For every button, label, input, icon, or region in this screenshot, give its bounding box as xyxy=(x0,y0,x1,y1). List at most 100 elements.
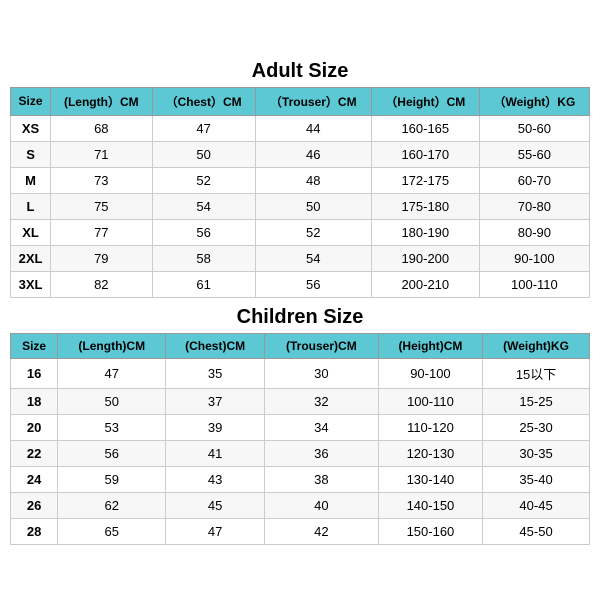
table-cell: 54 xyxy=(152,193,255,219)
table-cell: 55-60 xyxy=(479,141,589,167)
table-cell: 30 xyxy=(264,358,378,388)
table-row: S715046160-17055-60 xyxy=(11,141,590,167)
table-cell: 20 xyxy=(11,414,58,440)
adult-header-cell: (Length）CM xyxy=(51,87,153,115)
adult-header-cell: （Height）CM xyxy=(371,87,479,115)
table-cell: 35-40 xyxy=(483,466,590,492)
table-row: 3XL826156200-210100-110 xyxy=(11,271,590,297)
table-cell: 58 xyxy=(152,245,255,271)
table-cell: 56 xyxy=(255,271,371,297)
adult-header-cell: （Chest）CM xyxy=(152,87,255,115)
children-header-cell: (Weight)KG xyxy=(483,333,590,358)
table-cell: 40-45 xyxy=(483,492,590,518)
table-row: 26624540140-15040-45 xyxy=(11,492,590,518)
table-row: 1647353090-10015以下 xyxy=(11,358,590,388)
table-cell: 100-110 xyxy=(378,388,482,414)
table-cell: 48 xyxy=(255,167,371,193)
table-cell: 175-180 xyxy=(371,193,479,219)
children-title: Children Size xyxy=(10,300,590,333)
table-cell: 71 xyxy=(51,141,153,167)
table-cell: 44 xyxy=(255,115,371,141)
table-cell: 41 xyxy=(166,440,265,466)
table-cell: 47 xyxy=(166,518,265,544)
children-header-cell: (Trouser)CM xyxy=(264,333,378,358)
table-cell: L xyxy=(11,193,51,219)
table-cell: 60-70 xyxy=(479,167,589,193)
table-cell: 59 xyxy=(58,466,166,492)
table-cell: 26 xyxy=(11,492,58,518)
children-header-cell: (Height)CM xyxy=(378,333,482,358)
table-cell: 38 xyxy=(264,466,378,492)
table-cell: 45-50 xyxy=(483,518,590,544)
table-row: XL775652180-19080-90 xyxy=(11,219,590,245)
adult-table: Size(Length）CM（Chest）CM（Trouser）CM（Heigh… xyxy=(10,87,590,298)
table-cell: 25-30 xyxy=(483,414,590,440)
table-cell: 180-190 xyxy=(371,219,479,245)
table-cell: M xyxy=(11,167,51,193)
table-cell: 130-140 xyxy=(378,466,482,492)
table-row: 2XL795854190-20090-100 xyxy=(11,245,590,271)
table-cell: 65 xyxy=(58,518,166,544)
table-cell: 37 xyxy=(166,388,265,414)
table-row: 20533934110-12025-30 xyxy=(11,414,590,440)
table-cell: 110-120 xyxy=(378,414,482,440)
table-cell: 16 xyxy=(11,358,58,388)
children-table: Size(Length)CM(Chest)CM(Trouser)CM(Heigh… xyxy=(10,333,590,545)
table-cell: 22 xyxy=(11,440,58,466)
table-cell: 50 xyxy=(152,141,255,167)
table-cell: 70-80 xyxy=(479,193,589,219)
table-cell: 80-90 xyxy=(479,219,589,245)
table-cell: 190-200 xyxy=(371,245,479,271)
table-cell: 62 xyxy=(58,492,166,518)
table-row: XS684744160-16550-60 xyxy=(11,115,590,141)
table-cell: 34 xyxy=(264,414,378,440)
children-header-cell: Size xyxy=(11,333,58,358)
table-row: 22564136120-13030-35 xyxy=(11,440,590,466)
table-cell: 50 xyxy=(255,193,371,219)
table-cell: 15以下 xyxy=(483,358,590,388)
table-cell: 47 xyxy=(152,115,255,141)
table-cell: 40 xyxy=(264,492,378,518)
table-cell: 50 xyxy=(58,388,166,414)
table-cell: 150-160 xyxy=(378,518,482,544)
table-row: 28654742150-16045-50 xyxy=(11,518,590,544)
table-cell: 46 xyxy=(255,141,371,167)
adult-header-row: Size(Length）CM（Chest）CM（Trouser）CM（Heigh… xyxy=(11,87,590,115)
table-cell: 15-25 xyxy=(483,388,590,414)
children-header-cell: (Chest)CM xyxy=(166,333,265,358)
table-cell: 54 xyxy=(255,245,371,271)
table-cell: 140-150 xyxy=(378,492,482,518)
table-cell: 56 xyxy=(152,219,255,245)
children-header-row: Size(Length)CM(Chest)CM(Trouser)CM(Heigh… xyxy=(11,333,590,358)
table-cell: 30-35 xyxy=(483,440,590,466)
table-cell: 75 xyxy=(51,193,153,219)
table-cell: 56 xyxy=(58,440,166,466)
adult-header-cell: （Trouser）CM xyxy=(255,87,371,115)
table-cell: 90-100 xyxy=(378,358,482,388)
table-cell: 82 xyxy=(51,271,153,297)
table-cell: S xyxy=(11,141,51,167)
table-row: M735248172-17560-70 xyxy=(11,167,590,193)
table-cell: 73 xyxy=(51,167,153,193)
table-cell: 172-175 xyxy=(371,167,479,193)
children-header-cell: (Length)CM xyxy=(58,333,166,358)
table-cell: 52 xyxy=(152,167,255,193)
table-cell: 47 xyxy=(58,358,166,388)
table-cell: 42 xyxy=(264,518,378,544)
table-cell: 18 xyxy=(11,388,58,414)
table-row: L755450175-18070-80 xyxy=(11,193,590,219)
table-cell: 68 xyxy=(51,115,153,141)
table-cell: 90-100 xyxy=(479,245,589,271)
table-cell: XL xyxy=(11,219,51,245)
table-cell: 45 xyxy=(166,492,265,518)
table-cell: 53 xyxy=(58,414,166,440)
table-cell: 77 xyxy=(51,219,153,245)
table-cell: 120-130 xyxy=(378,440,482,466)
table-cell: 100-110 xyxy=(479,271,589,297)
table-cell: 39 xyxy=(166,414,265,440)
table-cell: 200-210 xyxy=(371,271,479,297)
table-cell: 28 xyxy=(11,518,58,544)
table-cell: 35 xyxy=(166,358,265,388)
table-row: 24594338130-14035-40 xyxy=(11,466,590,492)
adult-header-cell: Size xyxy=(11,87,51,115)
